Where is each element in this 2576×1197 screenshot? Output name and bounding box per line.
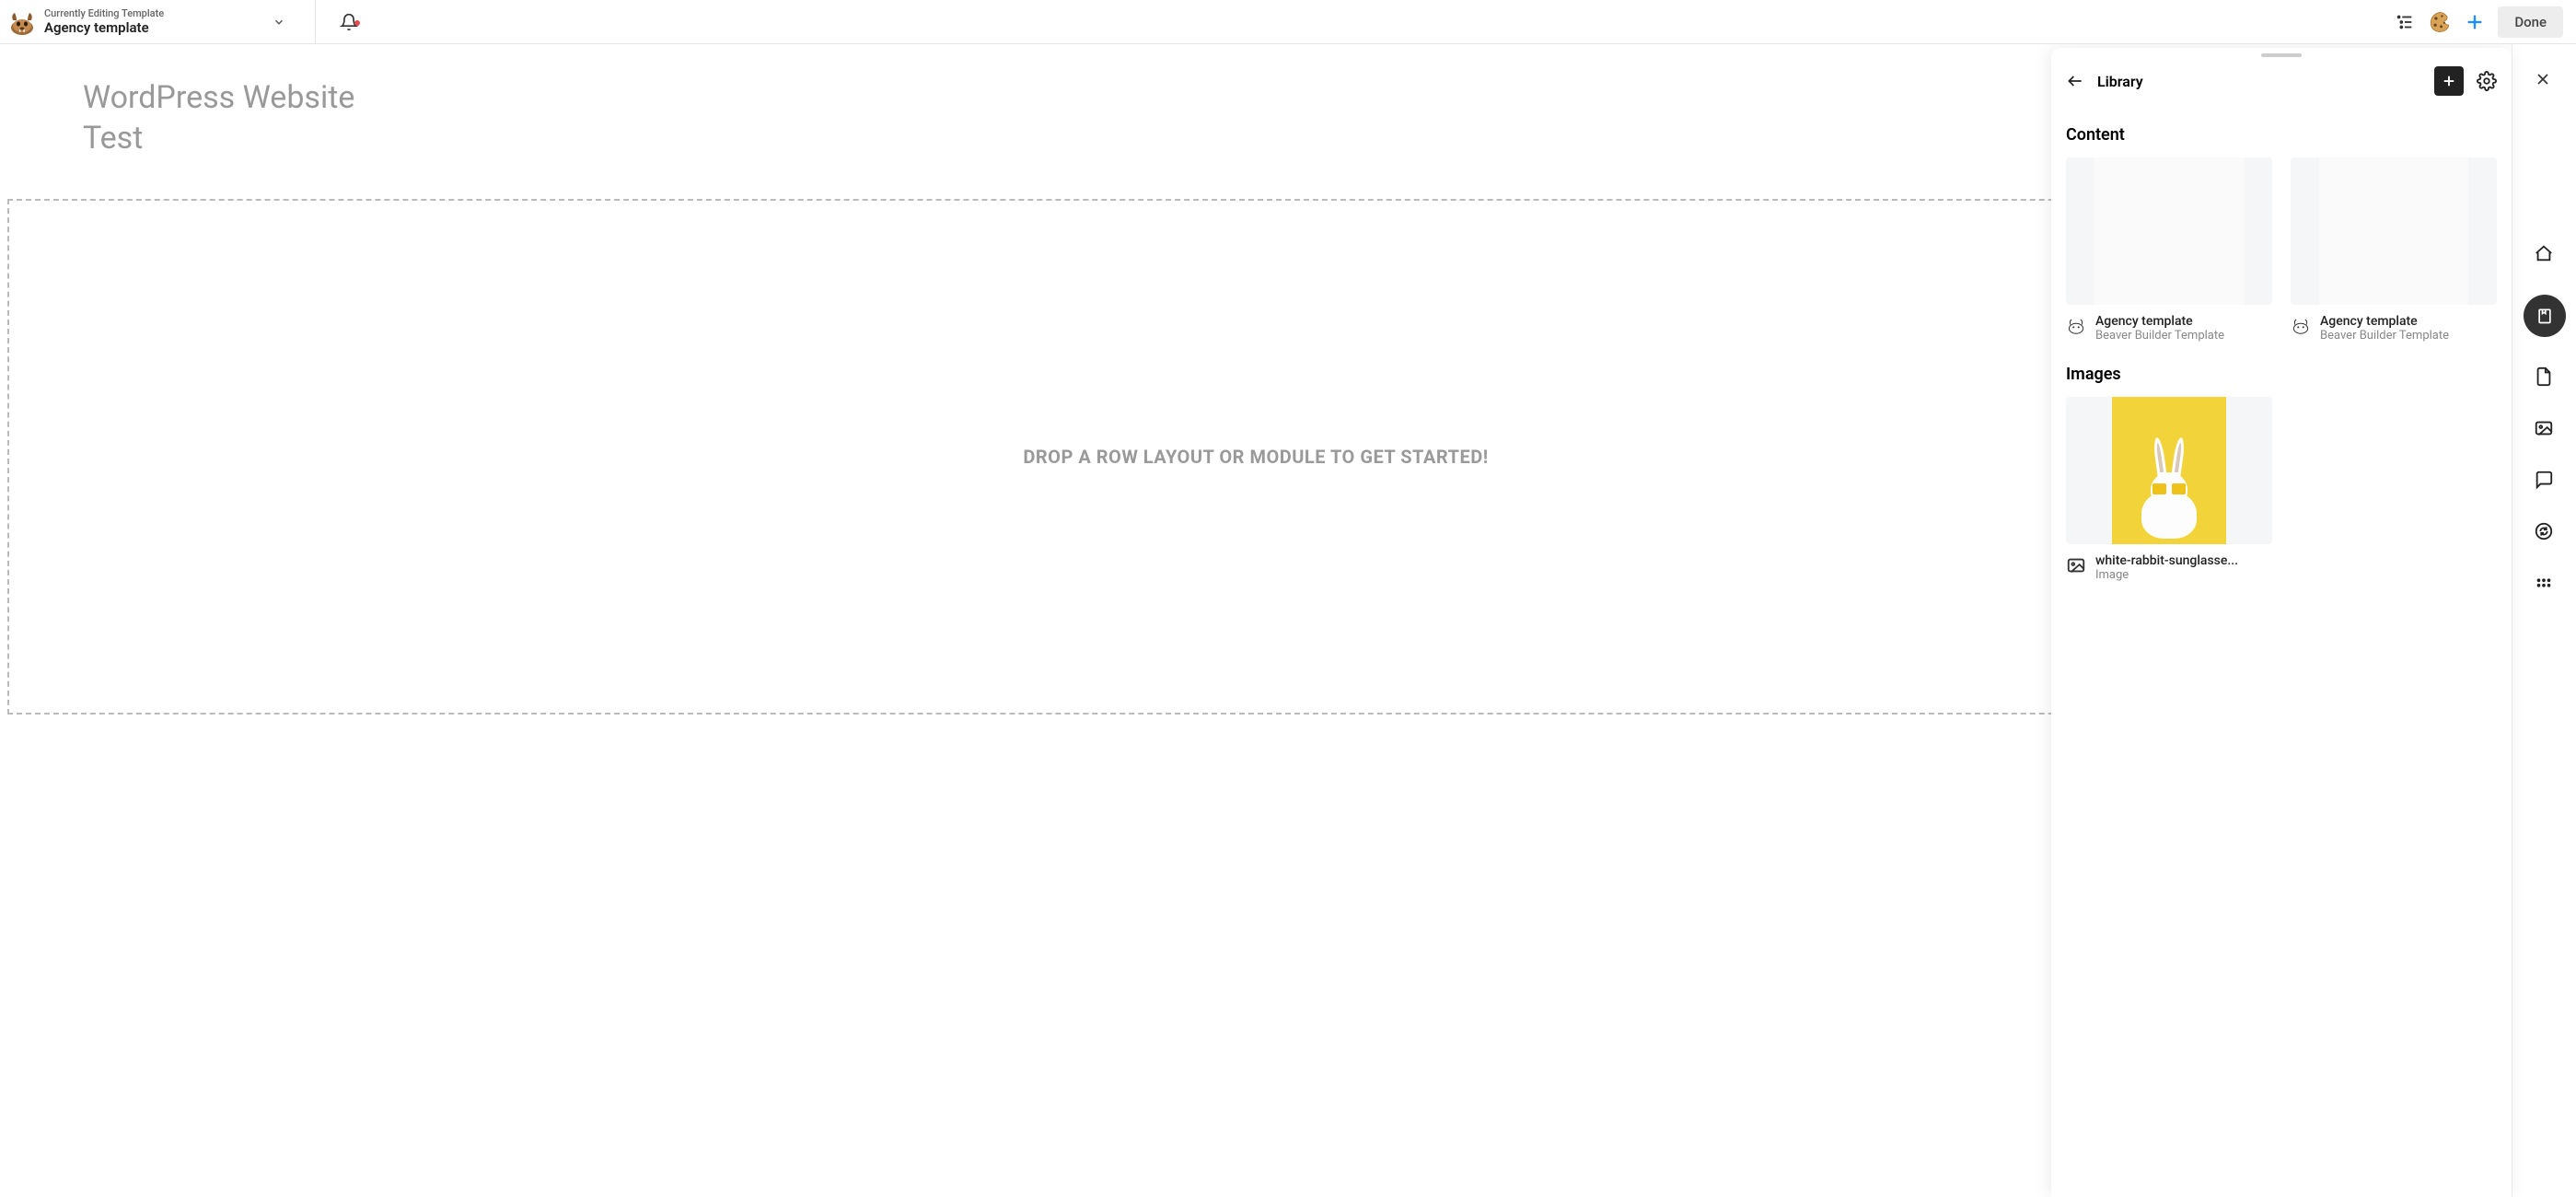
right-sidebar bbox=[2512, 44, 2576, 1197]
template-info: Currently Editing Template Agency templa… bbox=[44, 7, 164, 36]
library-content-item[interactable]: Agency template Beaver Builder Template bbox=[2066, 157, 2272, 350]
beaver-icon bbox=[2291, 316, 2311, 336]
home-button[interactable] bbox=[2534, 243, 2556, 265]
panel-drag-handle[interactable] bbox=[2261, 53, 2302, 57]
add-library-item-button[interactable] bbox=[2434, 66, 2464, 96]
library-panel: Library Content bbox=[2051, 48, 2512, 1197]
card-title: white-rabbit-sunglasse... bbox=[2095, 553, 2272, 568]
library-content-item[interactable]: Agency template Beaver Builder Template bbox=[2291, 157, 2497, 350]
close-button[interactable] bbox=[2534, 70, 2556, 92]
card-title: Agency template bbox=[2095, 314, 2272, 329]
library-image-item[interactable]: white-rabbit-sunglasse... Image bbox=[2066, 397, 2272, 589]
sync-button[interactable] bbox=[2534, 521, 2556, 543]
apps-button[interactable] bbox=[2534, 573, 2556, 595]
done-button[interactable]: Done bbox=[2498, 6, 2563, 38]
section-heading-images: Images bbox=[2066, 365, 2497, 384]
template-dropdown-button[interactable] bbox=[171, 16, 307, 29]
image-thumbnail bbox=[2112, 397, 2225, 544]
media-button[interactable] bbox=[2534, 418, 2556, 440]
card-subtitle: Beaver Builder Template bbox=[2320, 329, 2497, 343]
card-title: Agency template bbox=[2320, 314, 2497, 329]
add-button[interactable] bbox=[2465, 12, 2485, 32]
settings-button[interactable] bbox=[2477, 71, 2497, 91]
outline-button[interactable] bbox=[2395, 12, 2415, 32]
cookie-icon[interactable] bbox=[2428, 10, 2452, 34]
card-subtitle: Beaver Builder Template bbox=[2095, 329, 2272, 343]
card-subtitle: Image bbox=[2095, 568, 2272, 582]
back-button[interactable] bbox=[2066, 72, 2084, 90]
document-button[interactable] bbox=[2534, 366, 2556, 389]
top-bar: Currently Editing Template Agency templa… bbox=[0, 0, 2576, 44]
library-button[interactable] bbox=[2524, 295, 2566, 337]
app-logo-icon[interactable] bbox=[7, 7, 37, 37]
image-icon bbox=[2066, 555, 2086, 575]
section-heading-content: Content bbox=[2066, 125, 2497, 145]
beaver-icon bbox=[2066, 316, 2086, 336]
notification-dot-icon bbox=[354, 20, 360, 26]
comments-button[interactable] bbox=[2534, 470, 2556, 492]
template-name: Agency template bbox=[44, 19, 164, 36]
notifications-button[interactable] bbox=[323, 13, 375, 31]
panel-title: Library bbox=[2097, 73, 2421, 90]
drop-text: DROP A ROW LAYOUT OR MODULE TO GET START… bbox=[1023, 446, 1488, 468]
template-label: Currently Editing Template bbox=[44, 7, 164, 19]
